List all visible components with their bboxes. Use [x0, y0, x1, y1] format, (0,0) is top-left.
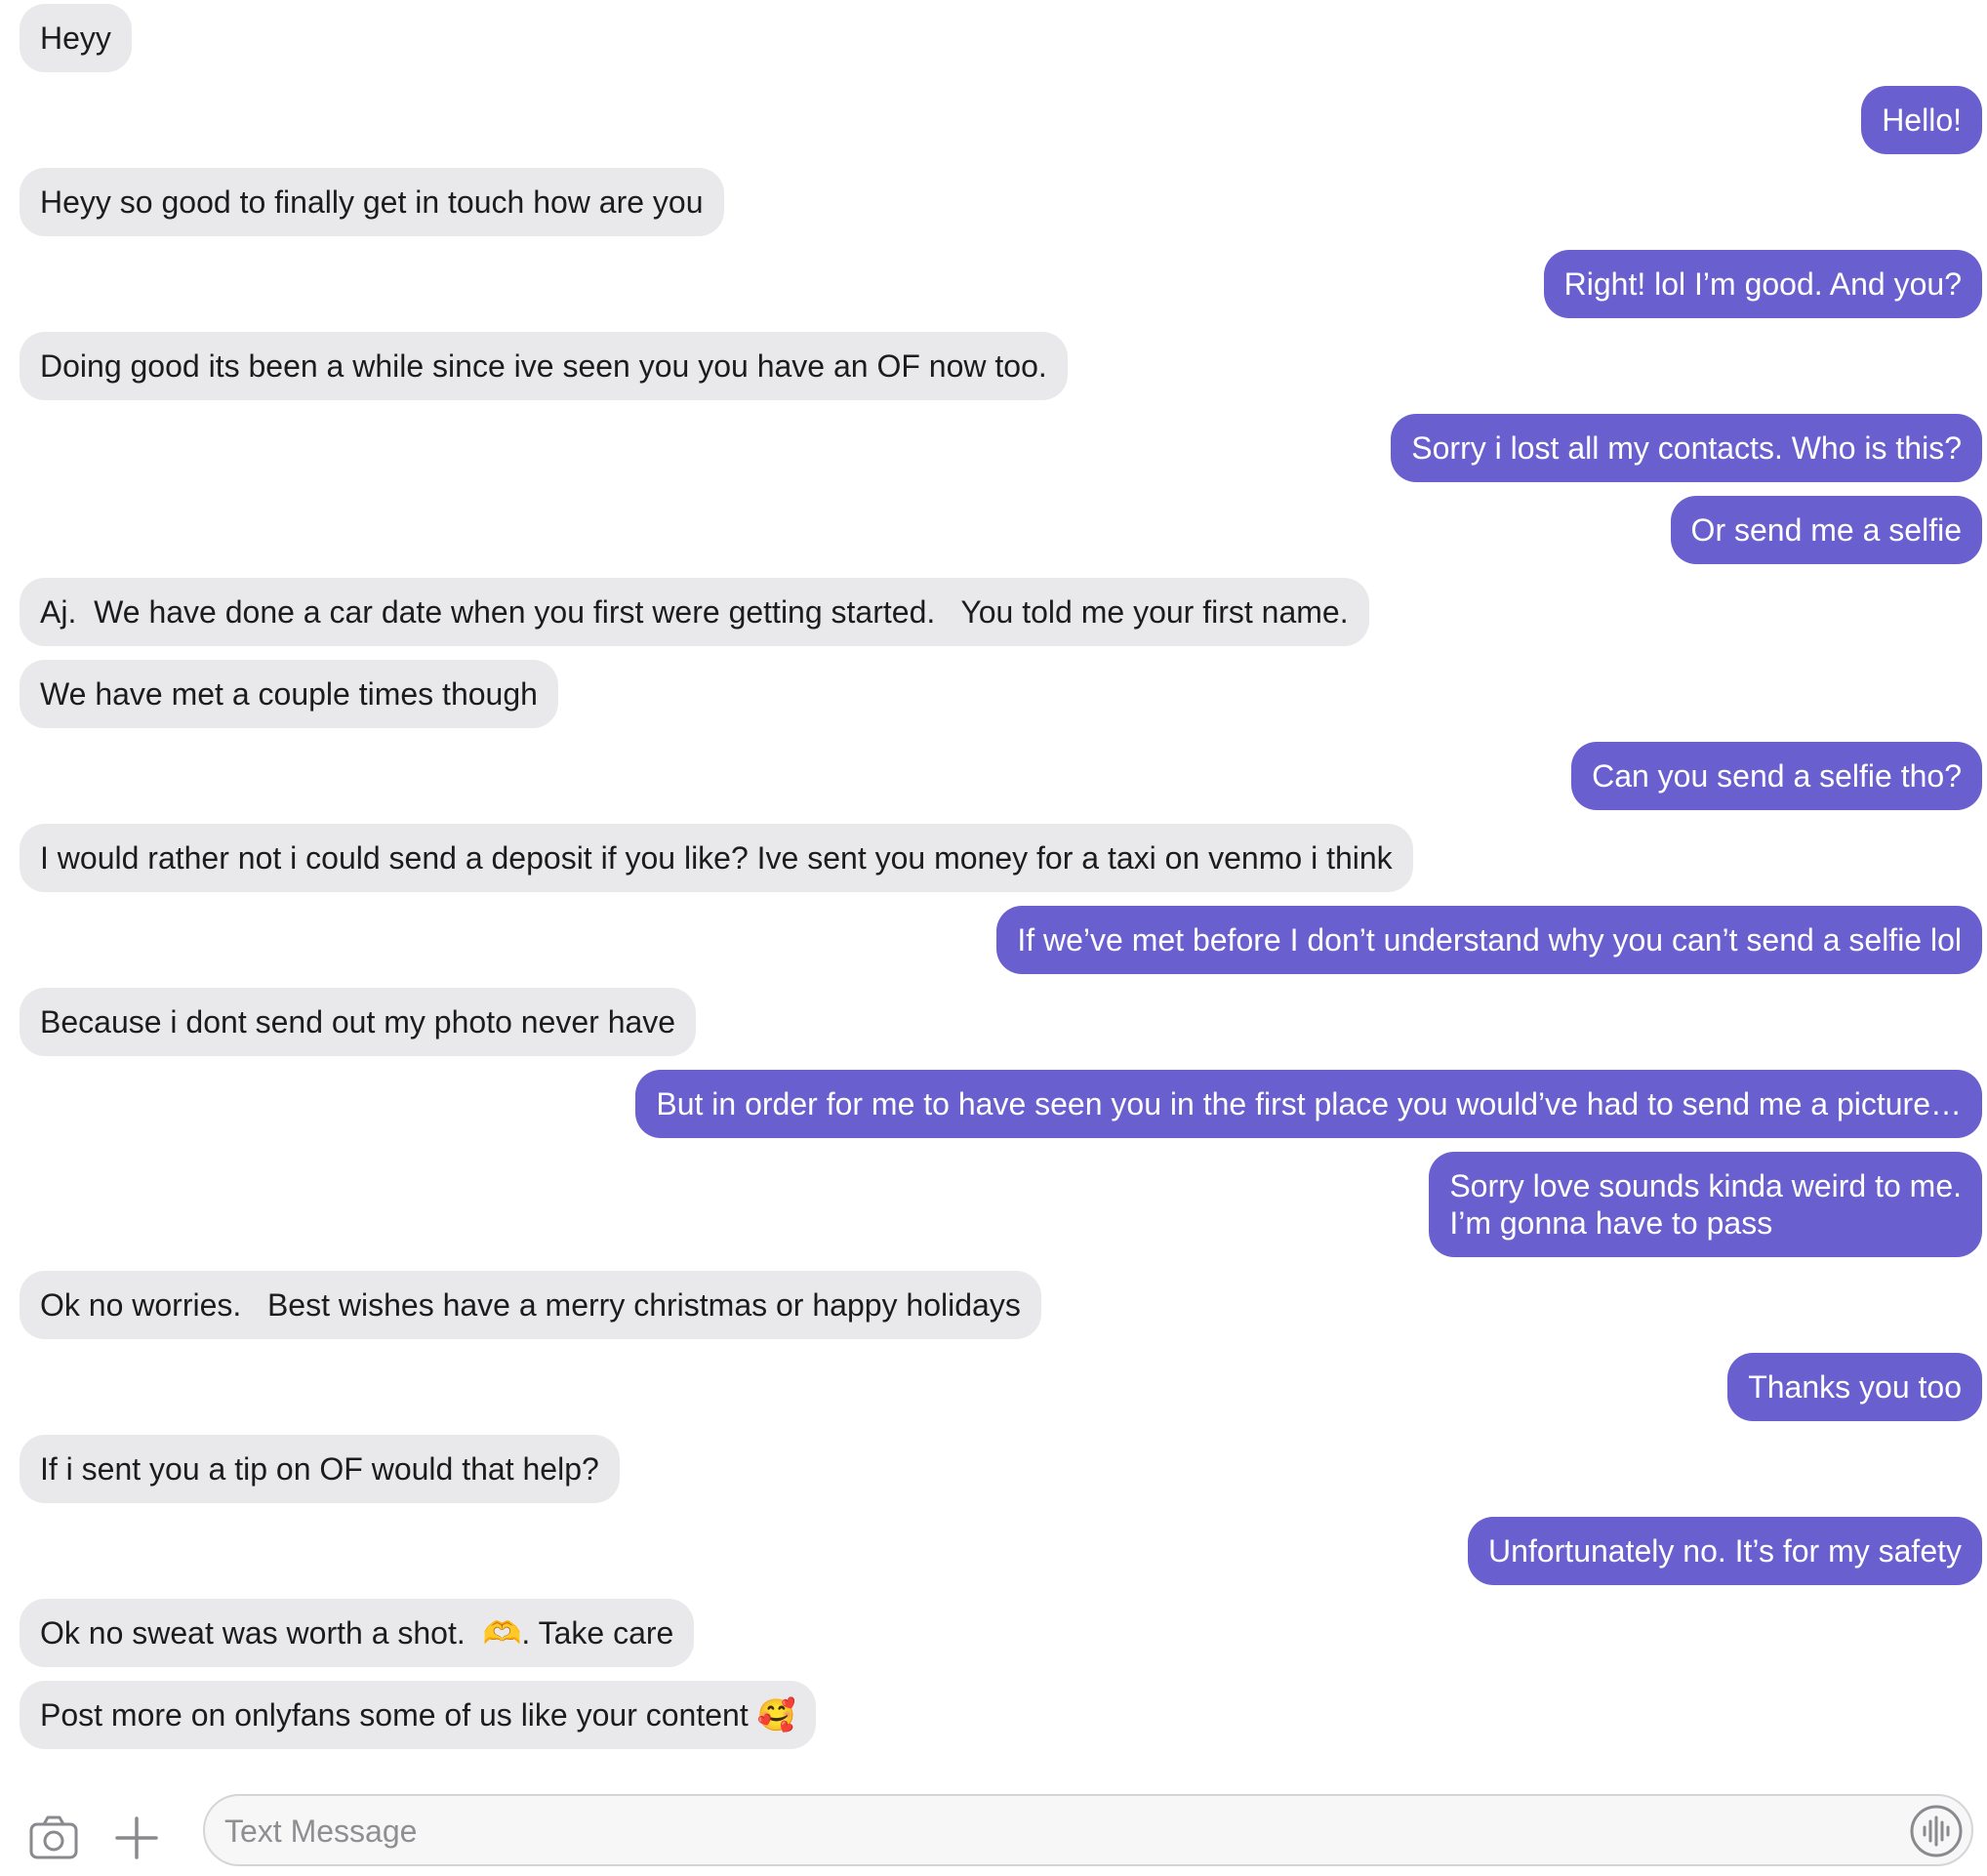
- message-row-outgoing: But in order for me to have seen you in …: [0, 1070, 1987, 1138]
- plus-icon[interactable]: [109, 1811, 164, 1865]
- message-row-incoming: If i sent you a tip on OF would that hel…: [0, 1435, 1987, 1503]
- message-row-outgoing: If we’ve met before I don’t understand w…: [0, 906, 1987, 974]
- message-row-incoming: Aj. We have done a car date when you fir…: [0, 578, 1987, 646]
- outgoing-message-bubble[interactable]: Right! lol I’m good. And you?: [1543, 250, 1982, 318]
- incoming-message-bubble[interactable]: Post more on onlyfans some of us like yo…: [20, 1681, 817, 1749]
- incoming-message-bubble[interactable]: I would rather not i could send a deposi…: [20, 824, 1413, 892]
- camera-icon[interactable]: [27, 1811, 82, 1865]
- message-row-incoming: Ok no sweat was worth a shot. 🫶. Take ca…: [0, 1599, 1987, 1667]
- message-row-incoming: I would rather not i could send a deposi…: [0, 824, 1987, 892]
- message-row-incoming: Ok no worries. Best wishes have a merry …: [0, 1271, 1987, 1339]
- text-message-input[interactable]: [224, 1806, 1884, 1856]
- message-row-outgoing: Sorry love sounds kinda weird to me. I’m…: [0, 1152, 1987, 1257]
- outgoing-message-bubble[interactable]: Thanks you too: [1727, 1353, 1982, 1421]
- message-row-outgoing: Right! lol I’m good. And you?: [0, 250, 1987, 318]
- message-row-incoming: Heyy so good to finally get in touch how…: [0, 168, 1987, 236]
- message-row-incoming: Heyy: [0, 4, 1987, 72]
- outgoing-message-bubble[interactable]: Sorry i lost all my contacts. Who is thi…: [1391, 414, 1982, 482]
- text-message-field[interactable]: [203, 1794, 1973, 1866]
- incoming-message-bubble[interactable]: If i sent you a tip on OF would that hel…: [20, 1435, 620, 1503]
- message-row-outgoing: Thanks you too: [0, 1353, 1987, 1421]
- message-row-outgoing: Can you send a selfie tho?: [0, 742, 1987, 810]
- incoming-message-bubble[interactable]: We have met a couple times though: [20, 660, 558, 728]
- message-row-outgoing: Sorry i lost all my contacts. Who is thi…: [0, 414, 1987, 482]
- message-row-outgoing: Hello!: [0, 86, 1987, 154]
- message-row-incoming: We have met a couple times though: [0, 660, 1987, 728]
- outgoing-message-bubble[interactable]: Sorry love sounds kinda weird to me. I’m…: [1429, 1152, 1982, 1257]
- incoming-message-bubble[interactable]: Doing good its been a while since ive se…: [20, 332, 1068, 400]
- incoming-message-bubble[interactable]: Heyy so good to finally get in touch how…: [20, 168, 724, 236]
- message-row-incoming: Doing good its been a while since ive se…: [0, 332, 1987, 400]
- outgoing-message-bubble[interactable]: Or send me a selfie: [1670, 496, 1982, 564]
- outgoing-message-bubble[interactable]: Unfortunately no. It’s for my safety: [1468, 1517, 1982, 1585]
- outgoing-message-bubble[interactable]: But in order for me to have seen you in …: [635, 1070, 1982, 1138]
- waveform-icon[interactable]: [1909, 1804, 1964, 1858]
- outgoing-message-bubble[interactable]: Hello!: [1861, 86, 1982, 154]
- incoming-message-bubble[interactable]: Ok no worries. Best wishes have a merry …: [20, 1271, 1041, 1339]
- outgoing-message-bubble[interactable]: If we’ve met before I don’t understand w…: [996, 906, 1982, 974]
- message-thread[interactable]: Heyy Hello! Heyy so good to finally get …: [0, 0, 1987, 1776]
- message-row-incoming: Because i dont send out my photo never h…: [0, 988, 1987, 1056]
- message-row-outgoing: Or send me a selfie: [0, 496, 1987, 564]
- message-row-incoming: Post more on onlyfans some of us like yo…: [0, 1681, 1987, 1749]
- message-composer: [0, 1778, 1987, 1876]
- incoming-message-bubble[interactable]: Ok no sweat was worth a shot. 🫶. Take ca…: [20, 1599, 695, 1667]
- incoming-message-bubble[interactable]: Because i dont send out my photo never h…: [20, 988, 697, 1056]
- incoming-message-bubble[interactable]: Heyy: [20, 4, 132, 72]
- message-row-outgoing: Unfortunately no. It’s for my safety: [0, 1517, 1987, 1585]
- outgoing-message-bubble[interactable]: Can you send a selfie tho?: [1571, 742, 1982, 810]
- incoming-message-bubble[interactable]: Aj. We have done a car date when you fir…: [20, 578, 1369, 646]
